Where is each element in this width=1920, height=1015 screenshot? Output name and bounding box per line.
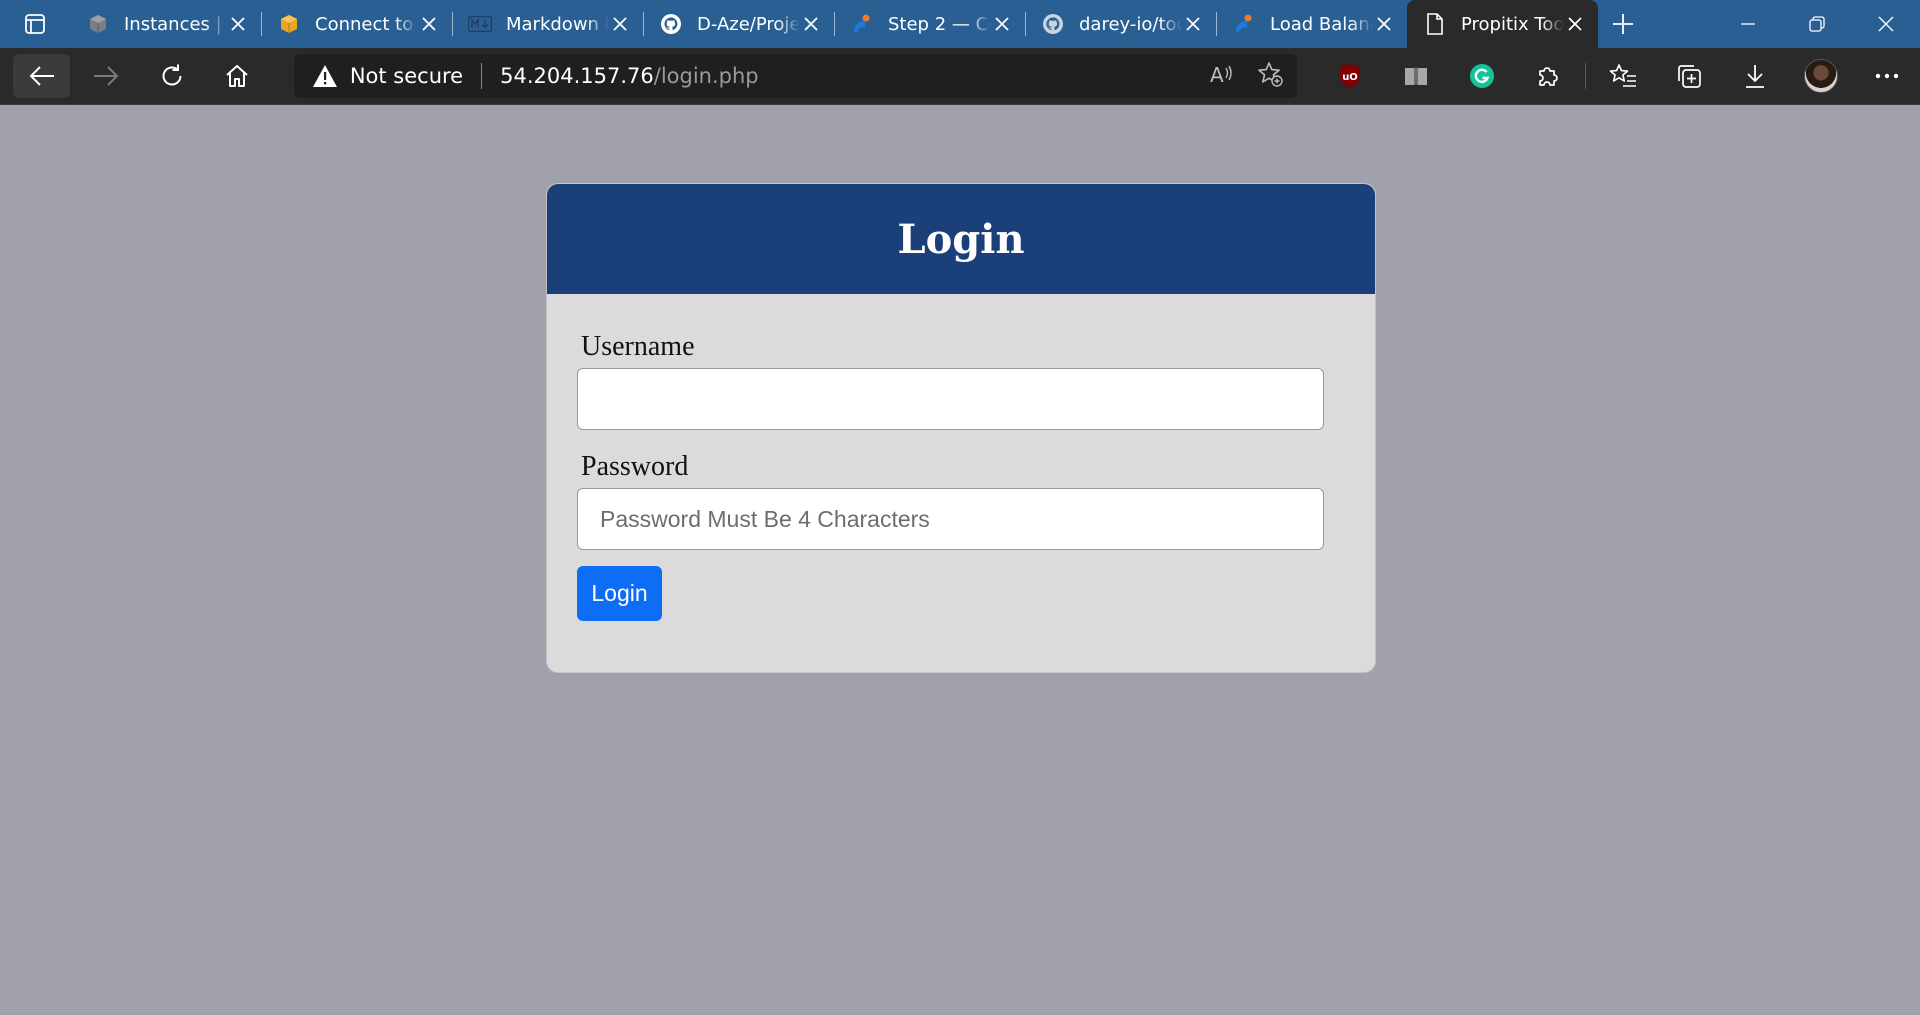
reading-view-button[interactable] <box>1383 54 1449 98</box>
settings-more-button[interactable] <box>1854 54 1920 98</box>
refresh-icon <box>162 64 182 86</box>
tab-instances[interactable]: Instances | EC2 Management Console <box>70 0 261 48</box>
address-divider <box>481 63 483 89</box>
refresh-button[interactable] <box>142 54 201 98</box>
favorites-button[interactable] <box>1590 54 1656 98</box>
avatar <box>1803 59 1838 93</box>
collections-icon <box>1678 65 1701 88</box>
url-path: /login.php <box>653 64 759 88</box>
security-status-label[interactable]: Not secure <box>350 64 463 88</box>
profile-button[interactable] <box>1788 54 1854 98</box>
arrow-right-icon <box>94 66 119 86</box>
svg-text:uO: uO <box>1342 72 1358 83</box>
minimize-icon <box>1740 23 1755 25</box>
close-icon[interactable] <box>227 13 249 35</box>
tab-title: Markdown Live Preview <box>506 13 609 35</box>
puzzle-icon <box>1539 67 1558 86</box>
extensions-row: uO <box>1317 54 1920 98</box>
restore-button[interactable] <box>1782 0 1851 48</box>
tab-title: Step 2 — Configure <box>888 13 991 35</box>
address-bar[interactable]: Not secure 54.204.157.76/login.php A <box>293 54 1297 98</box>
toolbar-divider <box>1584 63 1586 89</box>
more-horizontal-icon <box>1875 73 1899 79</box>
tab-propitix-tooling[interactable]: Propitix Tooling <box>1407 0 1598 48</box>
tab-d-aze-project[interactable]: D-Aze/Project <box>643 0 834 48</box>
url-host: 54.204.157.76 <box>500 64 654 88</box>
grammarly-icon <box>1469 64 1494 88</box>
password-input[interactable] <box>577 488 1324 550</box>
darey-icon <box>1232 12 1256 36</box>
github-icon <box>659 12 683 36</box>
tab-step-2[interactable]: Step 2 — Configure <box>834 0 1025 48</box>
close-icon[interactable] <box>800 13 822 35</box>
tab-actions-button[interactable] <box>0 0 70 48</box>
close-icon[interactable] <box>609 13 631 35</box>
browser-toolbar: Not secure 54.204.157.76/login.php A uO <box>0 48 1920 105</box>
read-aloud-icon[interactable]: A <box>1209 62 1235 90</box>
warning-icon[interactable] <box>312 63 338 89</box>
login-form: Username Password Login <box>547 294 1375 621</box>
home-button[interactable] <box>207 54 266 98</box>
login-card: Login Username Password Login <box>546 183 1376 673</box>
tab-connect[interactable]: Connect to instance <box>261 0 452 48</box>
username-label: Username <box>581 331 695 362</box>
markdown-icon <box>468 12 492 36</box>
grammarly-extension-button[interactable] <box>1449 54 1515 98</box>
collections-button[interactable] <box>1656 54 1722 98</box>
svg-text:A: A <box>1210 63 1224 86</box>
forward-button[interactable] <box>76 54 135 98</box>
extensions-button[interactable] <box>1515 54 1581 98</box>
downloads-button[interactable] <box>1722 54 1788 98</box>
tab-title: Propitix Tooling <box>1461 13 1564 35</box>
password-label: Password <box>581 451 689 482</box>
back-button[interactable] <box>13 54 71 98</box>
close-icon[interactable] <box>1182 13 1204 35</box>
arrow-left-icon <box>29 66 54 86</box>
ublock-extension-button[interactable]: uO <box>1317 54 1383 98</box>
login-card-header: Login <box>547 184 1375 294</box>
plus-icon <box>1613 14 1633 34</box>
tab-title: Instances | EC2 Management Console <box>124 13 227 35</box>
close-icon[interactable] <box>418 13 440 35</box>
tab-load-balancers[interactable]: Load Balancers <box>1216 0 1407 48</box>
window-controls <box>1713 0 1920 48</box>
book-icon <box>1404 67 1427 85</box>
add-favorite-icon[interactable] <box>1257 61 1283 91</box>
github-icon <box>1041 12 1065 36</box>
page-title: Login <box>897 215 1025 263</box>
tab-markdown[interactable]: Markdown Live Preview <box>452 0 643 48</box>
favorites-list-icon <box>1609 64 1636 87</box>
aws-box-icon <box>277 12 301 36</box>
new-tab-button[interactable] <box>1598 0 1648 48</box>
tab-title: Connect to instance <box>315 13 418 35</box>
restore-icon <box>1808 16 1825 32</box>
tab-darey-io-tooling[interactable]: darey-io/tooling <box>1025 0 1216 48</box>
login-button[interactable]: Login <box>577 566 662 621</box>
ublock-icon: uO <box>1339 64 1360 88</box>
tab-title: D-Aze/Project <box>697 13 800 35</box>
page-icon <box>1423 12 1447 36</box>
tab-actions-icon <box>25 14 45 34</box>
close-icon[interactable] <box>1564 13 1586 35</box>
tab-title: darey-io/tooling <box>1079 13 1182 35</box>
minimize-button[interactable] <box>1713 0 1782 48</box>
close-icon[interactable] <box>1373 13 1395 35</box>
username-input[interactable] <box>577 368 1324 430</box>
close-window-button[interactable] <box>1851 0 1920 48</box>
close-icon[interactable] <box>991 13 1013 35</box>
tab-title: Load Balancers <box>1270 13 1373 35</box>
home-icon <box>226 65 248 87</box>
close-icon <box>1878 16 1893 32</box>
tab-strip: Instances | EC2 Management Console Conne… <box>0 0 1920 48</box>
aws-box-icon <box>86 12 110 36</box>
address-bar-actions: A <box>1209 61 1283 91</box>
download-icon <box>1745 65 1764 88</box>
darey-icon <box>850 12 874 36</box>
